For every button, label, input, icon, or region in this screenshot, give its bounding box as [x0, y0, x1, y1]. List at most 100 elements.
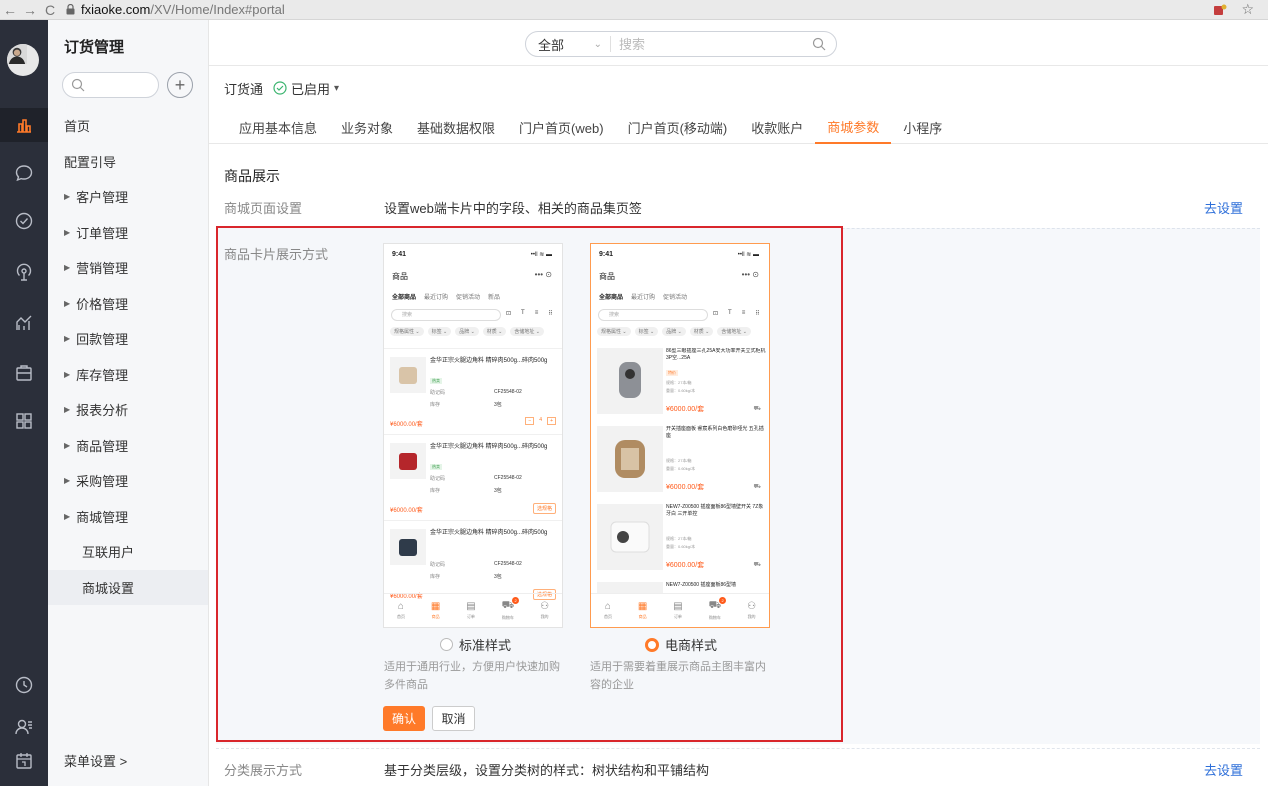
rail-briefcase-icon[interactable] — [0, 356, 48, 390]
rail-history-clock-icon[interactable] — [0, 668, 48, 702]
caret-right-icon: ▶ — [64, 476, 71, 486]
sidebar-item[interactable]: ▶ 商城管理 — [48, 499, 208, 535]
phone-tool-icon: ⊡ — [506, 311, 512, 317]
page-setting-label: 商城页面设置 — [224, 201, 303, 216]
standard-style-label: 标准样式 — [459, 638, 512, 653]
phone-nav-icon: ⚇ — [747, 601, 757, 612]
product-image — [597, 348, 663, 414]
tab-item[interactable]: 商城参数 — [815, 110, 892, 144]
product-name: NEW7-Z00500 插座面板86型墙 — [666, 582, 737, 588]
sidebar-item[interactable]: ▶ 商品管理 — [48, 428, 208, 464]
phone-nav-label: 我的 — [540, 614, 549, 619]
menu-settings-link[interactable]: 菜单设置 > — [64, 751, 127, 770]
phone-tab: 促销活动 — [663, 295, 688, 301]
product-price: ¥6000.00/套 — [666, 484, 705, 491]
phone-nav-item: ▦ 商品 — [638, 601, 647, 620]
rail-task-check-icon[interactable] — [0, 204, 48, 238]
rail-contacts-icon[interactable] — [0, 710, 48, 744]
app-status-dropdown[interactable]: 已启用 ▾ — [273, 79, 339, 98]
product-price: ¥6000.00/套 — [666, 562, 705, 569]
rail-chat-icon[interactable] — [0, 156, 48, 190]
phone-time: 9:41 — [599, 251, 614, 258]
search-icon[interactable] — [812, 37, 826, 51]
cancel-button[interactable]: 取消 — [432, 706, 475, 731]
app-status-label: 已启用 — [291, 81, 331, 97]
sidebar-item-label: 订单管理 — [76, 225, 129, 241]
sidebar-item[interactable]: 首页 — [48, 108, 208, 144]
check-circle-icon — [273, 81, 287, 95]
global-search-input[interactable] — [619, 36, 799, 52]
extension-icon[interactable] — [1213, 3, 1227, 17]
sidebar-item[interactable]: ▶ 回款管理 — [48, 321, 208, 357]
cart-badge: 2 — [719, 597, 727, 604]
phone-tool-icon: ⠿ — [548, 311, 553, 317]
divider — [216, 748, 1260, 749]
phone-tab: 新品 — [488, 295, 501, 301]
phone-filter-chip: 标签 ⌄ — [427, 327, 452, 336]
quantity-value: 4 — [539, 417, 543, 423]
standard-style-radio[interactable]: 标准样式 — [440, 635, 511, 654]
url-path: /XV/Home/Index#portal — [150, 2, 285, 17]
tab-item[interactable]: 收款账户 — [739, 110, 815, 144]
code-label: 助记码 — [430, 476, 446, 482]
caret-down-icon: ▾ — [334, 82, 340, 94]
address-bar[interactable]: fxiaoke.com/XV/Home/Index#portal — [66, 2, 285, 17]
category-setting-link[interactable]: 去设置 — [1204, 760, 1243, 779]
sidebar-search-input[interactable] — [62, 72, 159, 98]
sidebar-item[interactable]: ▶ 采购管理 — [48, 463, 208, 499]
ecom-style-radio[interactable]: 电商样式 — [645, 635, 717, 654]
phone-filter-chip: 规格属性 ⌄ — [390, 327, 424, 336]
sidebar-item-label: 报表分析 — [76, 403, 129, 419]
product-tag: 热卖 — [430, 378, 442, 384]
select-spec-button: 选规格 — [532, 503, 556, 514]
phone-nav-icon: ⚇ — [540, 601, 550, 612]
phone-nav-icon: ⛟ 2 — [709, 597, 727, 613]
tab-item[interactable]: 门户首页(移动端) — [616, 110, 740, 144]
ecom-style-preview[interactable]: 9:41 ••ll ≋ ▬ 商品 ••• ⊙ 全部商品 最近订购 促销活动 搜索 ⊡… — [590, 243, 770, 628]
browser-toolbar: ← → C fxiaoke.com/XV/Home/Index#portal ☆ — [0, 0, 1268, 20]
category-desc: 基于分类层级，设置分类树的样式：树状结构和平铺结构 — [384, 763, 710, 778]
rail-broadcast-icon[interactable] — [0, 256, 48, 290]
sidebar-item[interactable]: 商城设置 — [48, 569, 208, 605]
product-card: 86型三眼插座三孔25A安大功率开关立式柜机3P空...25A 特价 规格：27本/… — [591, 348, 769, 428]
page-setting-link[interactable]: 去设置 — [1204, 198, 1243, 217]
section-title: 商品展示 — [224, 168, 280, 184]
product-card: NEW7-Z00500 插座面板86型墙壁开关 7Z象牙白 三开单控 规格：27本… — [591, 504, 769, 584]
sidebar-item[interactable]: 配置引导 — [48, 144, 208, 180]
phone-signal-icon: ••ll ≋ ▬ — [737, 252, 759, 258]
forward-icon[interactable]: → — [20, 2, 40, 18]
add-menu-button[interactable]: + — [167, 72, 193, 98]
rail-dashboard-icon[interactable] — [0, 108, 48, 142]
rail-analytics-icon[interactable] — [0, 306, 48, 340]
sidebar-item[interactable]: ▶ 报表分析 — [48, 392, 208, 428]
product-spec: 规格：27本/箱 — [666, 458, 692, 463]
cart-icon: ⛟ — [753, 406, 761, 412]
sidebar-item[interactable]: ▶ 营销管理 — [48, 250, 208, 286]
sidebar-item[interactable]: ▶ 订单管理 — [48, 215, 208, 251]
search-scope-select[interactable]: 全部 ⌄ — [526, 36, 611, 53]
standard-style-preview[interactable]: 9:41 ••ll ≋ ▬ 商品 ••• ⊙ 全部商品 最近订购 促销活动 新品 搜索… — [383, 243, 563, 628]
sidebar-item[interactable]: 互联用户 — [48, 534, 208, 570]
stock-label: 库存 — [430, 488, 441, 494]
phone-nav-icon: ▦ — [430, 601, 441, 612]
tab-item[interactable]: 小程序 — [891, 110, 954, 144]
sidebar-item[interactable]: ▶ 价格管理 — [48, 286, 208, 322]
sidebar-item-label: 客户管理 — [76, 190, 129, 206]
rail-calendar-icon[interactable] — [0, 744, 48, 778]
phone-more-icon: ••• ⊙ — [534, 270, 552, 279]
tab-item[interactable]: 业务对象 — [329, 110, 405, 144]
confirm-button[interactable]: 确认 — [383, 706, 425, 731]
phone-nav-icon: ▦ — [637, 601, 648, 612]
code-value: CF25548-02 — [494, 389, 522, 395]
tab-item[interactable]: 应用基本信息 — [227, 110, 329, 144]
reload-icon[interactable]: C — [40, 2, 60, 18]
bookmark-star-icon[interactable]: ☆ — [1241, 1, 1254, 18]
sidebar-item[interactable]: ▶ 客户管理 — [48, 179, 208, 215]
rail-apps-grid-icon[interactable] — [0, 404, 48, 438]
tab-item[interactable]: 门户首页(web) — [507, 110, 616, 144]
sidebar-item[interactable]: ▶ 库存管理 — [48, 357, 208, 393]
tab-item[interactable]: 基础数据权限 — [405, 110, 507, 144]
user-avatar[interactable] — [7, 44, 39, 76]
cart-icon: ⛟ — [753, 562, 761, 568]
back-icon[interactable]: ← — [0, 2, 20, 18]
